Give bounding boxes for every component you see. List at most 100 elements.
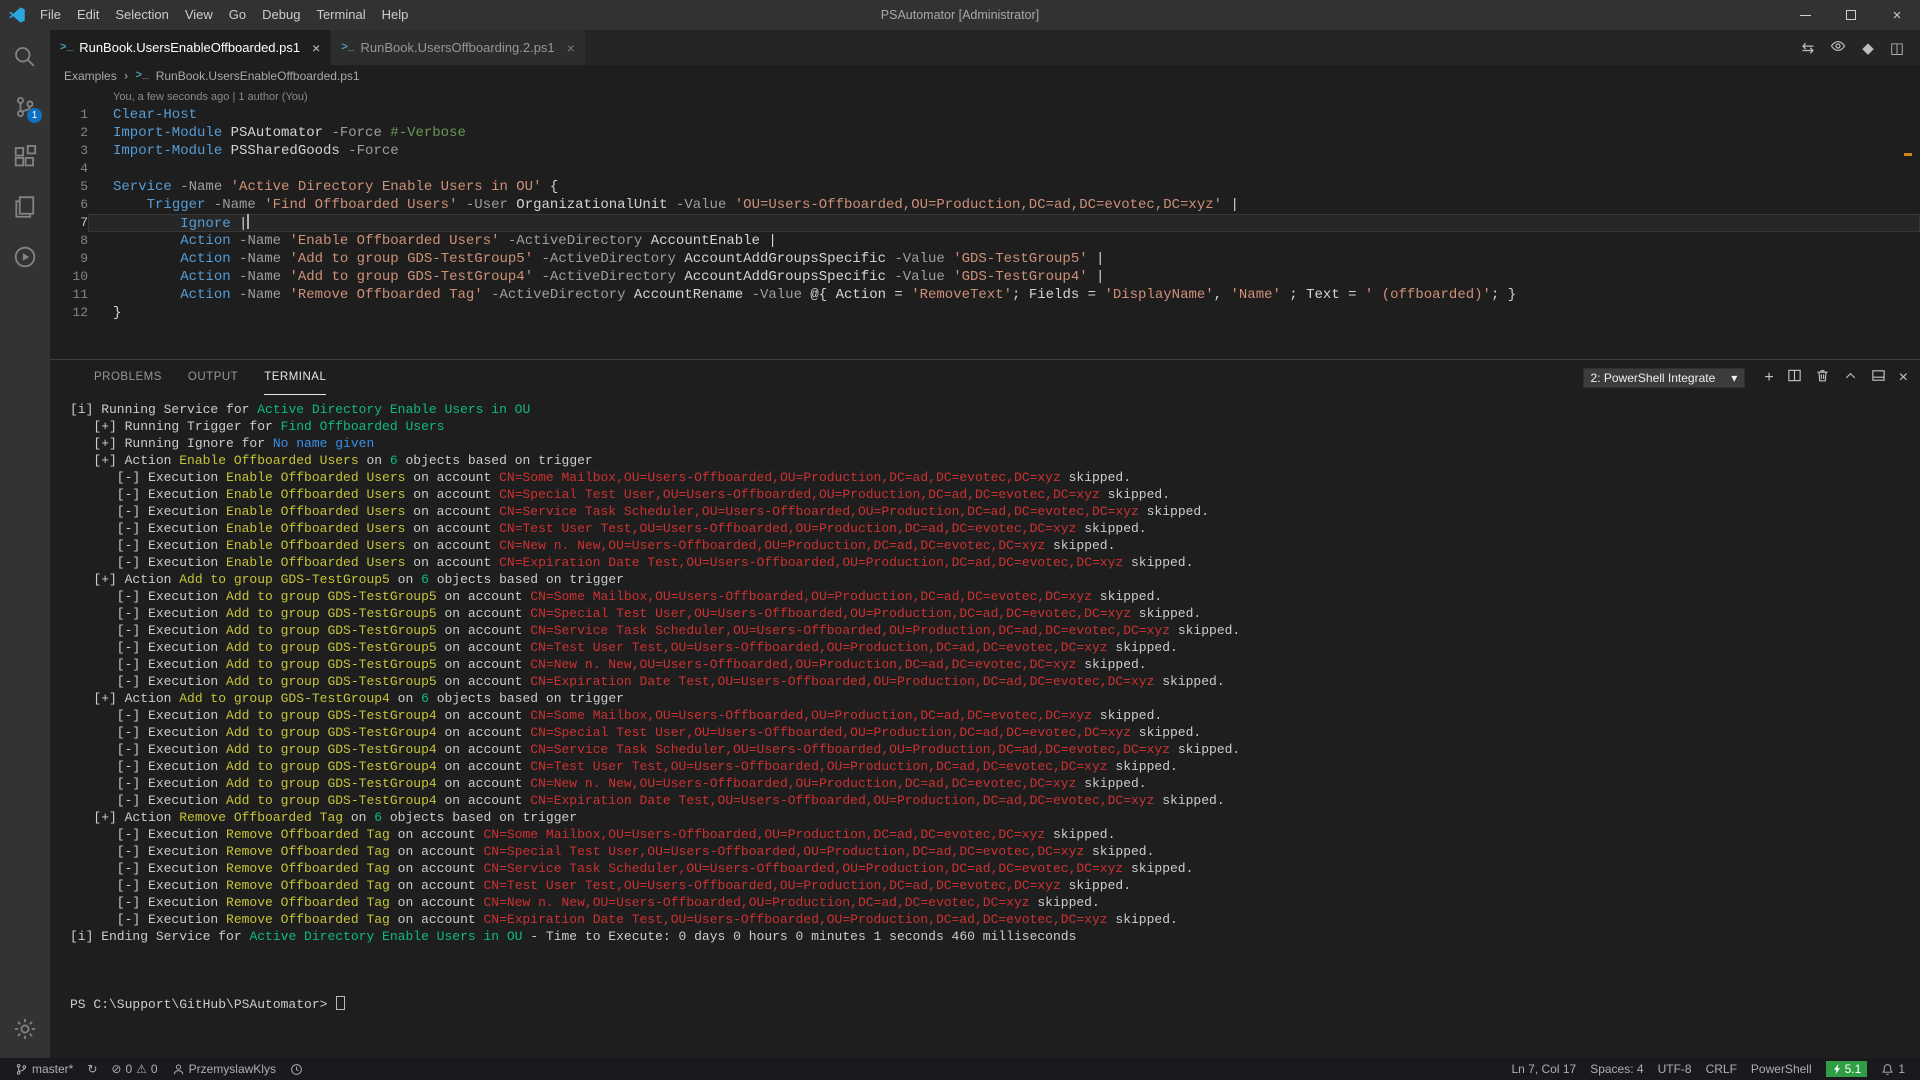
terminal-line: [-] Execution Add to group GDS-TestGroup… [70, 588, 1920, 605]
extensions-icon[interactable] [12, 144, 38, 170]
search-icon[interactable] [12, 44, 38, 70]
code-line[interactable]: 8 Action -Name 'Enable Offboarded Users'… [50, 232, 1920, 250]
new-terminal-icon[interactable]: + [1764, 370, 1773, 385]
bell-icon [1881, 1063, 1894, 1076]
terminal-line: [-] Execution Add to group GDS-TestGroup… [70, 656, 1920, 673]
line-number: 4 [50, 160, 88, 178]
line-number: 10 [50, 268, 88, 286]
problems-status[interactable]: ⊘0 ⚠0 [104, 1058, 164, 1080]
terminal-line: [-] Execution Add to group GDS-TestGroup… [70, 775, 1920, 792]
code-line[interactable]: 3Import-Module PSSharedGoods -Force [50, 142, 1920, 160]
cursor-position[interactable]: Ln 7, Col 17 [1504, 1058, 1583, 1080]
code-line[interactable]: 5Service -Name 'Active Directory Enable … [50, 178, 1920, 196]
language-mode[interactable]: PowerShell [1744, 1058, 1819, 1080]
title-bar: File Edit Selection View Go Debug Termin… [0, 0, 1920, 30]
terminal-line: [-] Execution Add to group GDS-TestGroup… [70, 724, 1920, 741]
menu-file[interactable]: File [32, 0, 69, 30]
code-line[interactable]: 12} [50, 304, 1920, 322]
editor-cursor [247, 214, 249, 229]
line-number: 1 [50, 106, 88, 124]
tab-runbook-usersenableoffboarded[interactable]: >_ RunBook.UsersEnableOffboarded.ps1 × [50, 30, 331, 65]
explorer-icon[interactable] [12, 194, 38, 220]
git-branch-icon [15, 1063, 28, 1076]
source-control-icon[interactable]: 1 [12, 94, 38, 120]
split-terminal-icon[interactable] [1787, 368, 1802, 388]
tab-runbook-usersoffboarding-2[interactable]: >_ RunBook.UsersOffboarding.2.ps1 × [331, 30, 586, 65]
code-line[interactable]: 11 Action -Name 'Remove Offboarded Tag' … [50, 286, 1920, 304]
tab-output[interactable]: OUTPUT [188, 360, 238, 395]
toggle-blame-icon[interactable] [1830, 38, 1846, 58]
encoding-status[interactable]: UTF-8 [1651, 1058, 1699, 1080]
terminal-select[interactable]: 2: PowerShell Integrate ▾ [1583, 368, 1746, 388]
terminal-cursor [336, 996, 345, 1010]
menu-debug[interactable]: Debug [254, 0, 308, 30]
menu-go[interactable]: Go [221, 0, 254, 30]
terminal-line: [+] Action Remove Offboarded Tag on 6 ob… [70, 809, 1920, 826]
sync-button[interactable]: ↻ [80, 1058, 104, 1080]
code-line[interactable]: 2Import-Module PSAutomator -Force #-Verb… [50, 124, 1920, 142]
breadcrumb-file[interactable]: RunBook.UsersEnableOffboarded.ps1 [156, 69, 360, 83]
terminal-line: [-] Execution Enable Offboarded Users on… [70, 520, 1920, 537]
overview-ruler-marker [1904, 153, 1912, 156]
terminal-line: [-] Execution Enable Offboarded Users on… [70, 469, 1920, 486]
code-line[interactable]: 10 Action -Name 'Add to group GDS-TestGr… [50, 268, 1920, 286]
powershell-session-badge[interactable]: 5.1 [1819, 1058, 1875, 1080]
terminal[interactable]: [i] Running Service for Active Directory… [50, 395, 1920, 1058]
terminal-line: [+] Action Add to group GDS-TestGroup5 o… [70, 571, 1920, 588]
status-bar: master* ↻ ⊘0 ⚠0 PrzemyslawKlys Ln 7, Col… [0, 1058, 1920, 1080]
git-branch-status[interactable]: master* [8, 1058, 80, 1080]
terminal-line: [-] Execution Remove Offboarded Tag on a… [70, 843, 1920, 860]
menu-help[interactable]: Help [374, 0, 417, 30]
terminal-line: [-] Execution Add to group GDS-TestGroup… [70, 673, 1920, 690]
minimize-button[interactable] [1782, 0, 1828, 30]
line-number: 5 [50, 178, 88, 196]
tab-problems[interactable]: PROBLEMS [94, 360, 162, 395]
terminal-line: [+] Running Trigger for Find Offboarded … [70, 418, 1920, 435]
code-line[interactable]: 6 Trigger -Name 'Find Offboarded Users' … [50, 196, 1920, 214]
editor-lines: 1Clear-Host2Import-Module PSAutomator -F… [50, 106, 1920, 322]
chevron-down-icon: ▾ [1731, 371, 1737, 385]
code-line[interactable]: 7 Ignore | [50, 214, 1920, 232]
gitlens-icon[interactable]: ◆ [1862, 39, 1874, 57]
menu-view[interactable]: View [177, 0, 221, 30]
code-line[interactable]: 1Clear-Host [50, 106, 1920, 124]
tab-terminal[interactable]: TERMINAL [264, 360, 326, 395]
terminal-prompt[interactable]: PS C:\Support\GitHub\PSAutomator> [70, 996, 1920, 1013]
terminal-line [70, 979, 1920, 996]
menu-edit[interactable]: Edit [69, 0, 107, 30]
maximize-button[interactable] [1828, 0, 1874, 30]
open-changes-icon[interactable]: ⇆ [1802, 39, 1815, 57]
tab-close-icon[interactable]: × [312, 40, 320, 56]
codelens-blame[interactable]: You, a few seconds ago | 1 author (You) [50, 89, 1920, 106]
terminal-line: [-] Execution Add to group GDS-TestGroup… [70, 707, 1920, 724]
menu-terminal[interactable]: Terminal [308, 0, 373, 30]
terminal-line: [-] Execution Remove Offboarded Tag on a… [70, 894, 1920, 911]
code-line[interactable]: 4 [50, 160, 1920, 178]
maximize-panel-icon[interactable] [1843, 368, 1858, 388]
debug-icon[interactable] [12, 244, 38, 270]
kill-terminal-icon[interactable] [1815, 368, 1830, 388]
code-line[interactable]: 9 Action -Name 'Add to group GDS-TestGro… [50, 250, 1920, 268]
powershell-file-icon: >_ [341, 42, 354, 54]
breadcrumb: Examples › >_ RunBook.UsersEnableOffboar… [50, 65, 1920, 87]
manage-gear-icon[interactable] [12, 1016, 38, 1042]
close-panel-icon[interactable]: × [1899, 370, 1908, 385]
history-button[interactable] [283, 1058, 310, 1080]
split-editor-icon[interactable]: ◫ [1890, 39, 1904, 57]
notifications-bell[interactable]: 1 [1874, 1058, 1912, 1080]
terminal-line: [-] Execution Add to group GDS-TestGroup… [70, 758, 1920, 775]
menu-selection[interactable]: Selection [107, 0, 176, 30]
bolt-icon [1832, 1063, 1842, 1075]
code-editor[interactable]: You, a few seconds ago | 1 author (You) … [50, 87, 1920, 359]
terminal-line: [+] Action Enable Offboarded Users on 6 … [70, 452, 1920, 469]
user-status[interactable]: PrzemyslawKlys [165, 1058, 283, 1080]
terminal-line: [-] Execution Remove Offboarded Tag on a… [70, 877, 1920, 894]
toggle-panel-icon[interactable] [1871, 368, 1886, 388]
eol-status[interactable]: CRLF [1699, 1058, 1744, 1080]
close-button[interactable]: × [1874, 0, 1920, 30]
indentation-status[interactable]: Spaces: 4 [1583, 1058, 1650, 1080]
breadcrumb-folder[interactable]: Examples [64, 69, 117, 83]
line-number: 11 [50, 286, 88, 304]
tab-close-icon[interactable]: × [567, 40, 575, 56]
vscode-logo [8, 6, 26, 24]
